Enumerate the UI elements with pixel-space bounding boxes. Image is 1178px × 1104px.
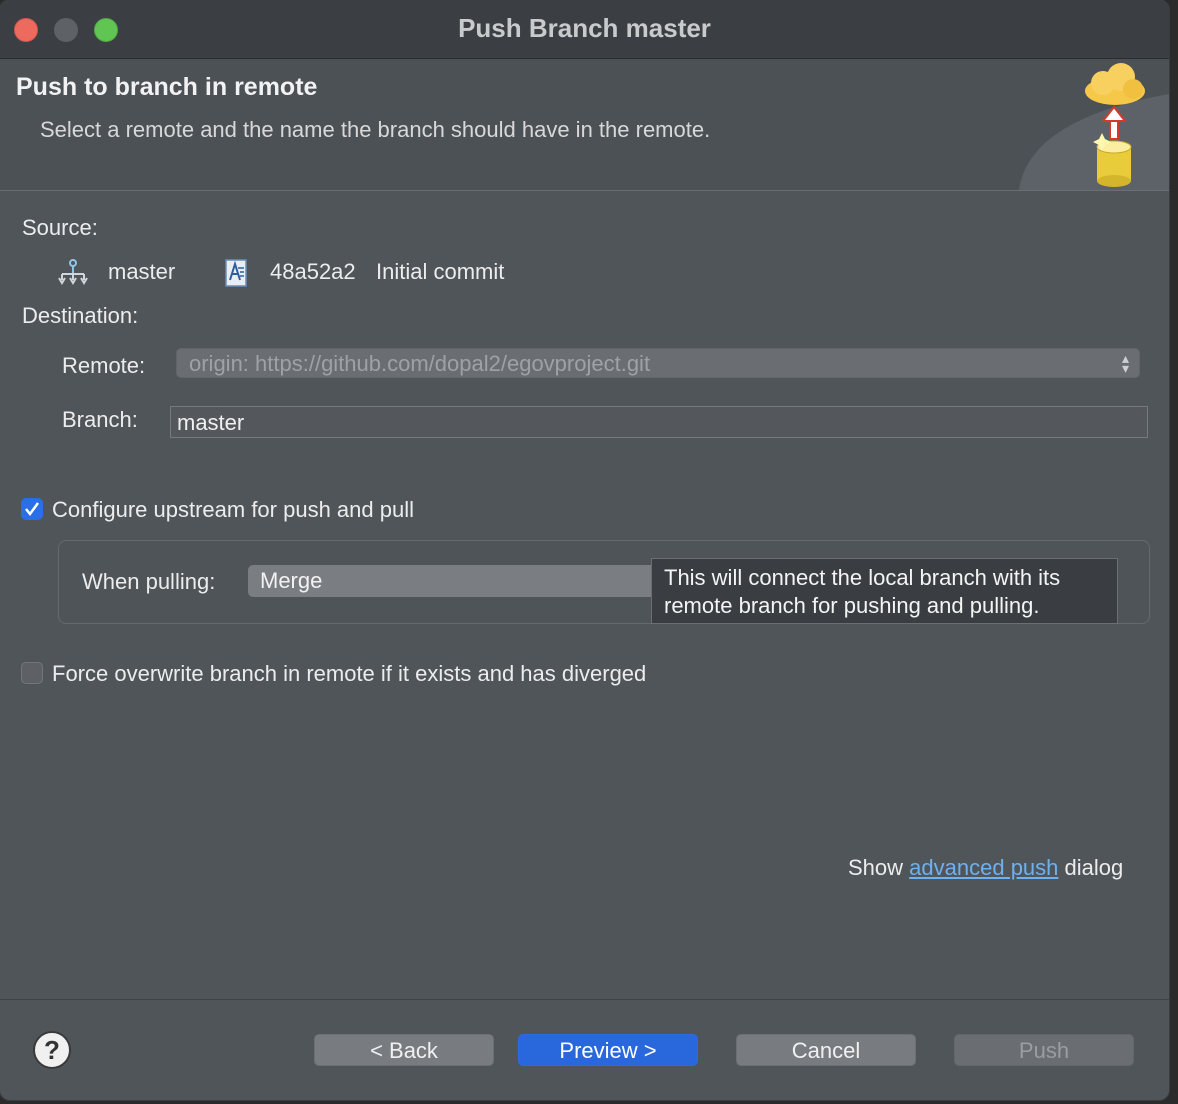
branch-name-input[interactable]: master: [170, 406, 1148, 438]
advanced-push-prefix: Show: [848, 855, 904, 880]
select-arrows-icon: ▴ ▾: [1121, 350, 1129, 376]
advanced-push-text: Show advanced push dialog: [848, 855, 1123, 881]
configure-upstream-checkbox[interactable]: [21, 498, 43, 520]
commit-message: Initial commit: [376, 259, 505, 284]
advanced-push-link[interactable]: advanced push: [909, 855, 1058, 880]
when-pulling-label: When pulling:: [82, 569, 216, 594]
branch-icon: [58, 259, 88, 285]
checkmark-icon: [25, 502, 40, 517]
source-label: Source:: [22, 215, 98, 240]
remote-select-value: origin: https://github.com/dopal2/egovpr…: [189, 351, 651, 376]
wizard-banner: Push to branch in remote Select a remote…: [0, 59, 1169, 191]
preview-button[interactable]: Preview >: [518, 1034, 698, 1066]
footer-divider: [0, 999, 1169, 1000]
source-branch-name: master: [108, 259, 176, 284]
banner-description: Select a remote and the name the branch …: [40, 117, 711, 142]
commit-id: 48a52a2: [270, 259, 356, 284]
branch-name-input-value: master: [177, 410, 245, 435]
title-bar: Push Branch master: [0, 0, 1169, 59]
configure-upstream-label[interactable]: Configure upstream for push and pull: [52, 497, 414, 523]
push-to-cloud-icon: [1019, 63, 1169, 190]
upstream-tooltip: This will connect the local branch with …: [651, 558, 1118, 624]
help-button[interactable]: ?: [33, 1031, 71, 1069]
advanced-push-suffix: dialog: [1064, 855, 1124, 880]
remote-select[interactable]: origin: https://github.com/dopal2/egovpr…: [176, 348, 1140, 378]
destination-label: Destination:: [22, 303, 139, 328]
banner-title: Push to branch in remote: [16, 73, 318, 101]
force-overwrite-label[interactable]: Force overwrite branch in remote if it e…: [52, 661, 646, 687]
force-overwrite-checkbox[interactable]: [21, 662, 43, 684]
when-pulling-select[interactable]: Merge: [248, 565, 668, 597]
window-title: Push Branch master: [458, 13, 711, 43]
when-pulling-value: Merge: [260, 568, 323, 593]
branch-label: Branch:: [62, 407, 138, 432]
commit-icon: [225, 259, 247, 287]
back-button[interactable]: < Back: [314, 1034, 494, 1066]
push-branch-dialog: Push Branch master Push to branch in rem…: [0, 0, 1169, 1100]
cancel-button[interactable]: Cancel: [736, 1034, 916, 1066]
push-button[interactable]: Push: [954, 1034, 1134, 1066]
remote-label: Remote:: [62, 353, 146, 378]
